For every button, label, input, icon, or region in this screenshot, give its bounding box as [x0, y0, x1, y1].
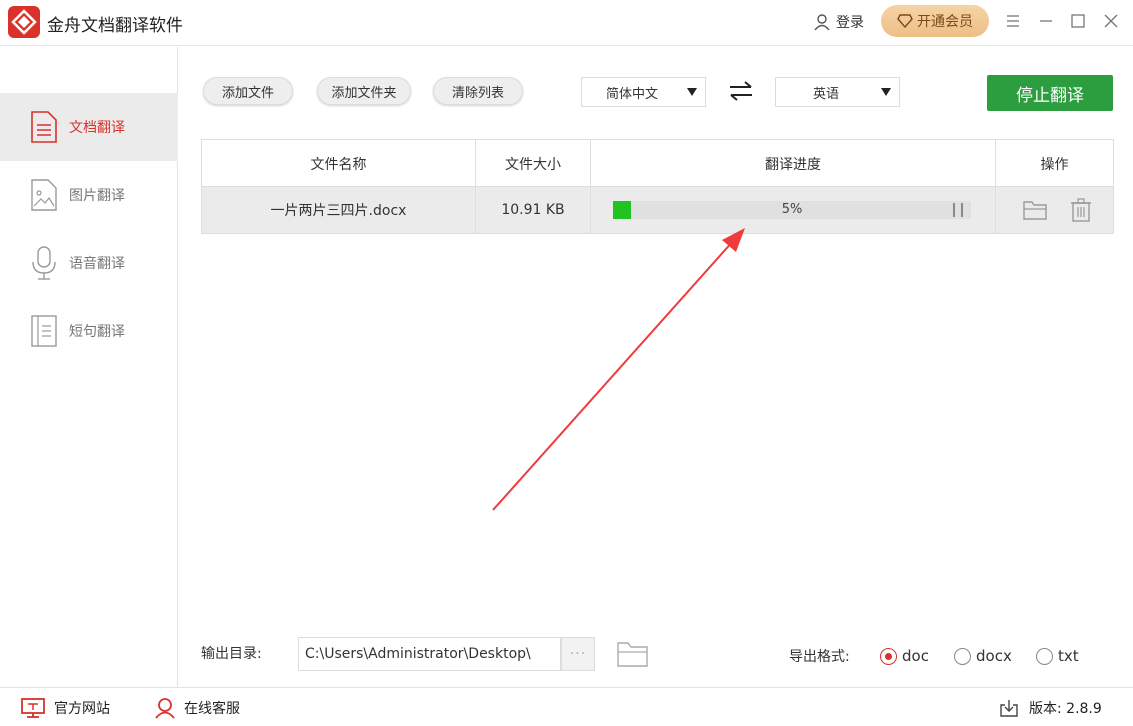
sidebar-item-label: 语音翻译	[69, 256, 125, 272]
text-page-icon	[28, 313, 60, 349]
user-icon	[814, 14, 830, 31]
browse-more-button[interactable]: ···	[561, 637, 595, 671]
delete-icon[interactable]	[1068, 197, 1094, 223]
table-row[interactable]: 一片两片三四片.docx 10.91 KB 5%	[202, 187, 1113, 233]
website-label: 官方网站	[54, 701, 110, 717]
official-website-link[interactable]: 官方网站	[20, 697, 110, 719]
title-bar: 金舟文档翻译软件 登录 开通会员	[0, 0, 1133, 46]
column-header-actions: 操作	[1040, 156, 1069, 173]
microphone-icon	[28, 245, 60, 281]
target-language-select[interactable]: 英语	[775, 77, 900, 107]
login-label: 登录	[836, 15, 864, 31]
progress-text: 5%	[781, 202, 803, 217]
image-icon	[28, 177, 60, 213]
download-icon	[1000, 700, 1018, 717]
add-folder-button[interactable]: 添加文件夹	[317, 77, 411, 105]
open-folder-icon[interactable]	[1022, 197, 1048, 223]
radio-circle	[954, 647, 971, 665]
column-header-size: 文件大小	[476, 140, 591, 187]
app-logo-icon	[8, 6, 40, 38]
chevron-down-icon	[687, 88, 697, 96]
source-language-select[interactable]: 简体中文	[581, 77, 706, 107]
sidebar-item-label: 文档翻译	[69, 120, 125, 136]
sidebar-item-image-translate[interactable]: 图片翻译	[0, 161, 178, 229]
progress-bar: 5%	[613, 201, 971, 219]
vip-button[interactable]: 开通会员	[881, 5, 989, 37]
format-radio-doc[interactable]: doc	[880, 646, 929, 666]
app-title: 金舟文档翻译软件	[47, 16, 183, 36]
table-header: 文件名称 文件大小 翻译进度 操作	[202, 140, 1113, 187]
minimize-icon[interactable]	[1035, 10, 1057, 32]
file-name-cell: 一片两片三四片.docx	[202, 187, 476, 233]
support-agent-icon	[155, 698, 175, 719]
chevron-down-icon	[881, 88, 891, 96]
stop-translate-button[interactable]: 停止翻译	[987, 75, 1113, 111]
clear-list-button[interactable]: 清除列表	[433, 77, 523, 105]
file-size-cell: 10.91 KB	[476, 187, 591, 233]
close-icon[interactable]	[1100, 10, 1122, 32]
sidebar-item-voice-translate[interactable]: 语音翻译	[0, 229, 178, 297]
vip-label: 开通会员	[917, 14, 973, 30]
sidebar-item-label: 短句翻译	[69, 324, 125, 340]
diamond-icon	[897, 14, 913, 28]
maximize-icon[interactable]	[1067, 10, 1089, 32]
format-label: txt	[1058, 647, 1079, 665]
version-info: 版本: 2.8.9	[999, 697, 1102, 719]
output-directory-label: 输出目录:	[201, 646, 262, 662]
export-format-label: 导出格式:	[789, 649, 850, 665]
source-language-value: 简体中文	[605, 86, 658, 102]
sidebar-item-sentence-translate[interactable]: 短句翻译	[0, 297, 178, 365]
menu-icon[interactable]	[1002, 10, 1024, 32]
target-language-value: 英语	[812, 86, 839, 102]
add-file-button[interactable]: 添加文件	[203, 77, 293, 105]
format-label: docx	[976, 647, 1012, 665]
login-button[interactable]: 登录	[813, 10, 864, 34]
file-table: 文件名称 文件大小 翻译进度 操作 一片两片三四片.docx 10.91 KB …	[201, 139, 1114, 234]
swap-languages-icon[interactable]	[727, 79, 755, 103]
format-radio-txt[interactable]: txt	[1036, 646, 1079, 666]
format-radio-docx[interactable]: docx	[954, 646, 1012, 666]
column-header-name: 文件名称	[202, 140, 476, 187]
column-header-progress: 翻译进度	[591, 140, 996, 187]
version-label: 版本: 2.8.9	[1029, 701, 1102, 717]
status-bar: 官方网站 在线客服 版本: 2.8.9	[0, 687, 1133, 726]
monitor-icon	[21, 698, 45, 718]
format-label: doc	[902, 647, 929, 665]
folder-icon[interactable]	[616, 640, 650, 668]
sidebar: 文档翻译 图片翻译 语音翻译 短句翻译	[0, 47, 178, 687]
radio-circle	[1036, 647, 1053, 665]
radio-circle	[880, 647, 897, 665]
output-directory-field[interactable]: C:\Users\Administrator\Desktop\	[298, 637, 561, 671]
pause-icon[interactable]	[951, 203, 965, 217]
document-icon	[28, 109, 60, 145]
online-support-link[interactable]: 在线客服	[154, 697, 240, 719]
sidebar-item-document-translate[interactable]: 文档翻译	[0, 93, 178, 161]
sidebar-item-label: 图片翻译	[69, 188, 125, 204]
support-label: 在线客服	[184, 701, 240, 717]
